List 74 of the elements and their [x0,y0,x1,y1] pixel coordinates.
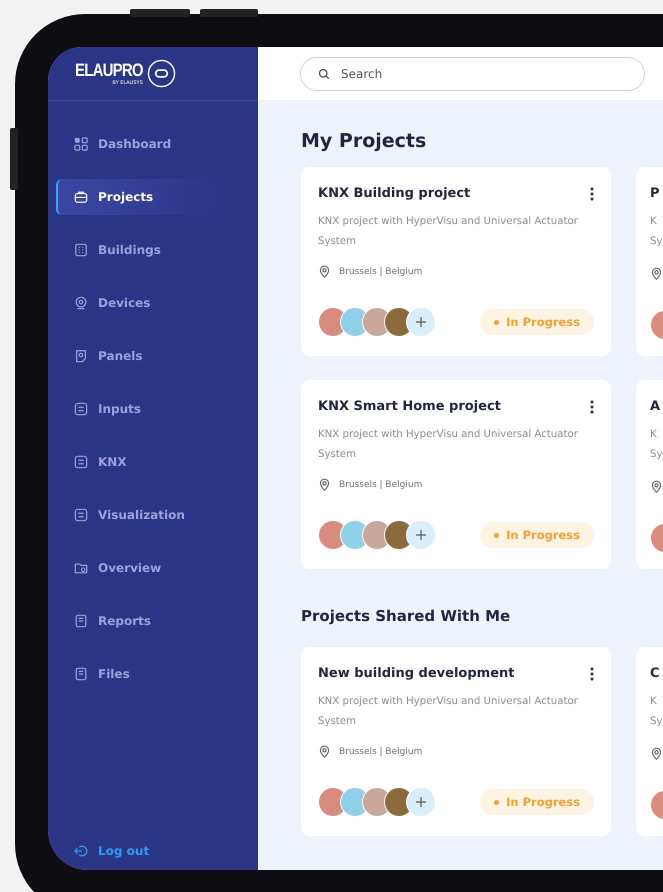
sidebar-item[interactable]: Devices [56,285,228,321]
location-pin-icon [318,265,331,278]
project-title: New building development [318,666,514,681]
section-title: Projects Shared With Me [301,607,512,625]
project-card[interactable]: P K Sy [636,167,663,356]
add-member-button[interactable] [406,520,436,550]
project-title: P [650,186,661,201]
more-icon[interactable] [590,400,594,414]
input-icon [74,508,88,522]
logout-icon [74,844,88,858]
status-badge: In Progress [480,789,594,815]
project-description: K [650,428,657,442]
project-title: KNX Building project [318,186,470,201]
project-description: K [650,695,657,709]
more-icon[interactable] [590,186,594,200]
grid-icon [74,137,88,151]
building-icon [74,243,88,257]
project-description: KNX project with HyperVisu and Universal Actuator [318,428,578,442]
sidebar-item[interactable]: Inputs [56,391,228,427]
project-description: Sy [650,235,662,249]
plus-icon [416,530,426,540]
location-pin-icon [650,480,663,493]
project-description: Sy [650,715,662,729]
plus-icon [416,317,426,327]
sidebar-item[interactable]: Overview [56,550,228,586]
section-title: My Projects [301,130,428,152]
sidebar-item[interactable]: Files [56,656,228,692]
project-title: A [650,399,662,414]
location-pin-icon [318,745,331,758]
status-badge: In Progress [480,309,594,335]
panel-icon [74,349,88,363]
sidebar-item[interactable]: KNX [56,444,228,480]
location-text: Brussels | Belgium [339,266,422,276]
project-description: System [318,448,356,462]
add-member-button[interactable] [406,787,436,817]
project-title: KNX Smart Home project [318,399,501,414]
project-description: KNX project with HyperVisu and Universal Actuator [318,695,578,709]
logout-link[interactable]: Log out [74,844,150,858]
document-icon [74,667,88,681]
project-title: C [650,666,661,681]
search-icon [318,68,330,80]
sidebar-item[interactable]: Reports [56,603,228,639]
project-description: Sy [650,448,662,462]
input-icon [74,455,88,469]
project-description: KNX project with HyperVisu and Universal Actuator [318,215,578,229]
project-card[interactable]: KNX Building project KNX project with HyperVisu and Universal Actuator System Brussels | Belgium In Progress [301,167,611,356]
briefcase-icon [74,190,88,204]
sidebar-item[interactable]: Panels [56,338,228,374]
project-description: K [650,215,657,229]
search-field[interactable]: Search [300,56,645,90]
plus-icon [416,797,426,807]
logo-icon [146,59,176,88]
logo-wordmark: ELAUPRO [75,60,143,80]
location-pin-icon [650,267,663,280]
device-icon [74,296,88,310]
folder-icon [74,561,88,575]
status-badge: In Progress [480,522,594,548]
project-card[interactable]: New building development KNX project with HyperVisu and Universal Actuator System Brussels | Belgium In Progress [301,647,611,836]
sidebar-item[interactable]: Visualization [56,497,228,533]
location-pin-icon [650,747,663,760]
sidebar-item[interactable]: Buildings [56,232,228,268]
more-icon[interactable] [590,666,594,680]
add-member-button[interactable] [406,307,436,337]
document-icon [74,614,88,628]
location-text: Brussels | Belgium [339,480,422,490]
sidebar-item[interactable]: Dashboard [56,126,228,162]
project-description: System [318,235,356,249]
project-card[interactable]: C K Sy [636,647,663,836]
location-text: Brussels | Belgium [339,746,422,756]
project-card[interactable]: KNX Smart Home project KNX project with HyperVisu and Universal Actuator System Brussels | Belgium In Progress [301,380,611,569]
project-card[interactable]: A K Sy [636,380,663,569]
project-description: System [318,715,356,729]
location-pin-icon [318,478,331,491]
input-icon [74,402,88,416]
